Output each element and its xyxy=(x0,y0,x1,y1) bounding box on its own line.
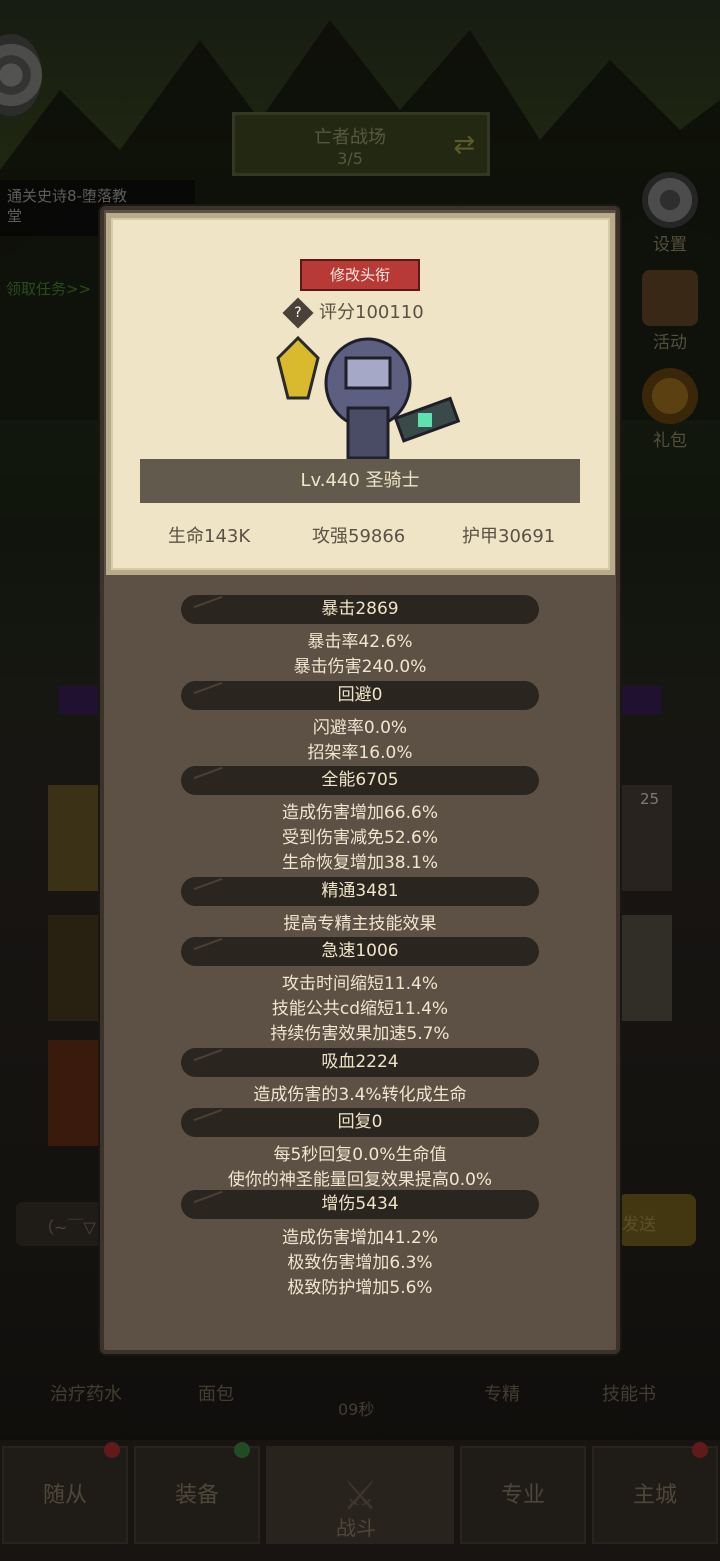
help-icon[interactable]: ? xyxy=(282,297,314,329)
stat-line: 暴击伤害240.0% xyxy=(293,657,427,677)
stat-header-haste: 急速1006 xyxy=(181,937,539,966)
stat-header-crit: 暴击2869 xyxy=(181,595,539,624)
stat-line: 受到伤害减免52.6% xyxy=(281,828,438,848)
stat-header-leech: 吸血2224 xyxy=(181,1048,539,1077)
paladin-portrait xyxy=(276,335,461,460)
stat-header-regen: 回复0 xyxy=(181,1108,539,1137)
stat-line: 每5秒回复0.0%生命值 xyxy=(273,1145,447,1165)
stat-line: 使你的神圣能量回复效果提高0.0% xyxy=(227,1170,493,1190)
stat-line: 生命恢复增加38.1% xyxy=(281,853,438,873)
stat-line: 造成伤害增加41.2% xyxy=(281,1228,438,1248)
stat-line: 暴击率42.6% xyxy=(307,632,413,652)
stat-line: 造成伤害的3.4%转化成生命 xyxy=(253,1085,467,1105)
stat-header-versatility: 全能6705 xyxy=(181,766,539,795)
stat-line: 招架率16.0% xyxy=(307,743,413,763)
stat-line: 攻击时间缩短11.4% xyxy=(281,974,438,994)
armor-stat: 护甲30691 xyxy=(462,526,556,547)
hp-stat: 生命143K xyxy=(168,526,251,547)
stat-header-damage-bonus: 增伤5434 xyxy=(181,1190,539,1219)
stat-line: 造成伤害增加66.6% xyxy=(281,803,438,823)
stat-header-mastery: 精通3481 xyxy=(181,877,539,906)
stat-line: 持续伤害效果加速5.7% xyxy=(270,1024,450,1044)
stat-line: 极致防护增加5.6% xyxy=(287,1278,433,1298)
score-value: 评分100110 xyxy=(319,302,424,323)
stat-header-dodge: 回避0 xyxy=(181,681,539,710)
stat-line: 极致伤害增加6.3% xyxy=(287,1253,433,1273)
stat-line: 闪避率0.0% xyxy=(312,718,408,738)
score-row: ? 评分100110 xyxy=(282,297,424,329)
stat-line: 提高专精主技能效果 xyxy=(283,914,437,934)
stat-line: 技能公共cd缩短11.4% xyxy=(271,999,449,1019)
attack-stat: 攻强59866 xyxy=(312,526,406,547)
level-class-bar: Lv.440 圣骑士 xyxy=(140,459,580,503)
change-title-button[interactable]: 修改头衔 xyxy=(300,259,420,291)
